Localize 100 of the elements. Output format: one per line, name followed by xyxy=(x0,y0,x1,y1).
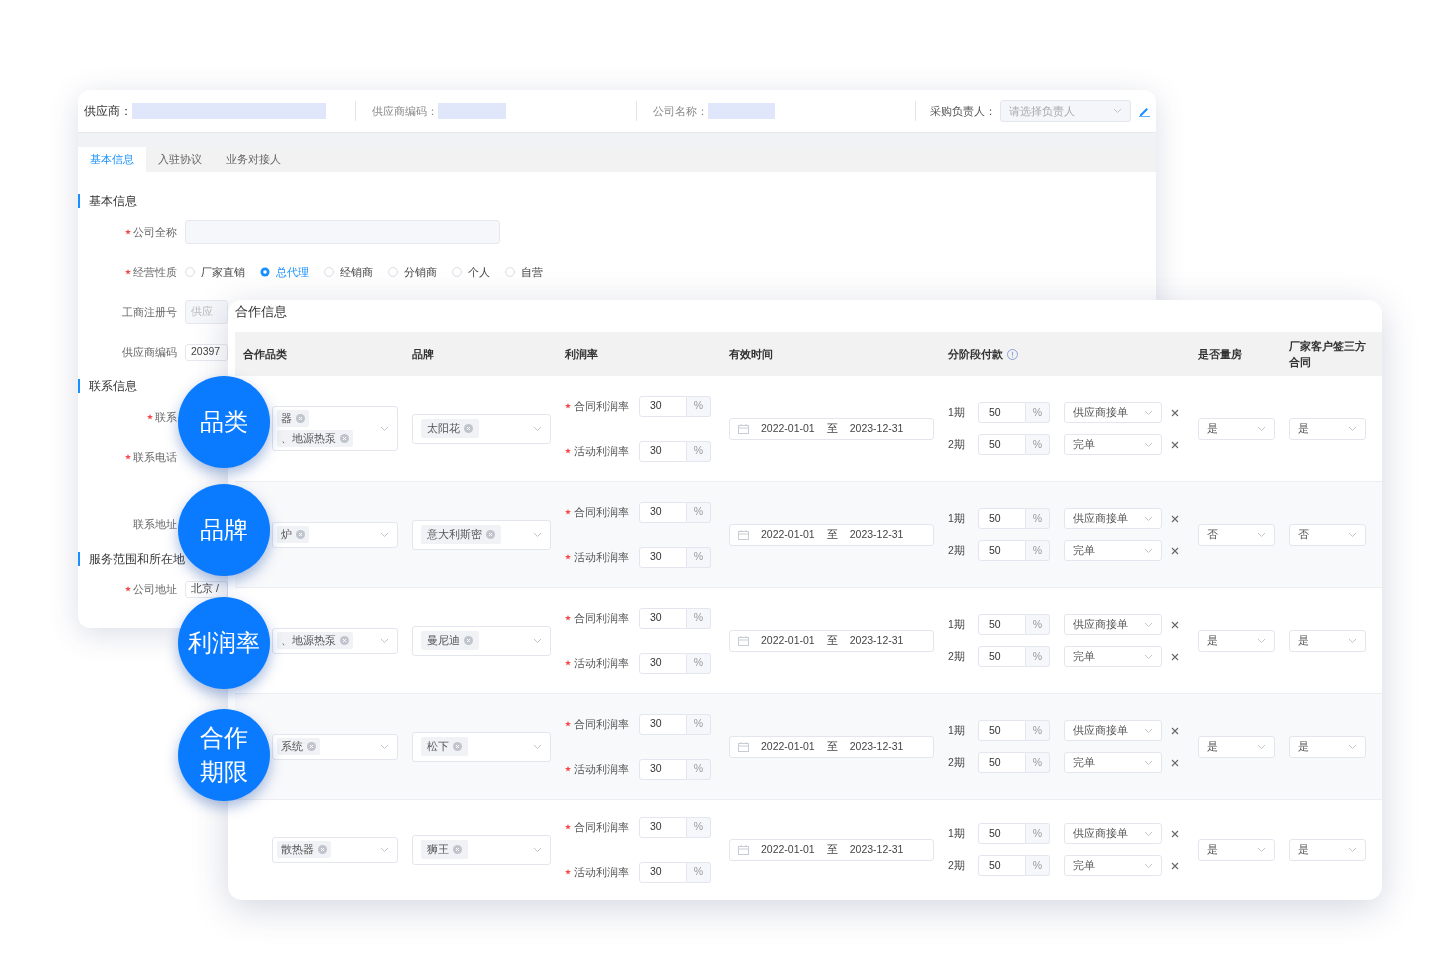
brand-tag[interactable]: 狮王 xyxy=(421,840,468,859)
contract-select[interactable]: 是 xyxy=(1289,838,1366,861)
measure-select[interactable]: 是 xyxy=(1198,417,1275,440)
percent-input[interactable]: 50 xyxy=(978,720,1026,741)
contract-select[interactable]: 是 xyxy=(1289,417,1366,440)
rate-input[interactable]: 30 xyxy=(639,652,687,674)
trigger-select[interactable]: 完单 xyxy=(1064,540,1162,561)
remove-icon[interactable] xyxy=(464,424,473,433)
text-field[interactable]: 北京 / xyxy=(185,580,228,598)
rate-input[interactable]: 30 xyxy=(639,713,687,735)
date-range-field[interactable]: 2022-01-01 至 2023-12-31 xyxy=(729,838,934,861)
close-icon[interactable] xyxy=(1171,440,1179,449)
category-select[interactable]: 器 、地源热泵 xyxy=(272,406,398,451)
measure-select[interactable]: 是 xyxy=(1198,629,1275,652)
category-tag[interactable]: 、地源热泵 xyxy=(277,430,353,447)
category-tag[interactable]: 系统 xyxy=(277,738,320,755)
rate-input[interactable]: 30 xyxy=(639,440,687,462)
rate-input[interactable]: 30 xyxy=(639,861,687,883)
date-range-field[interactable]: 2022-01-01 至 2023-12-31 xyxy=(729,629,934,652)
tab[interactable]: 业务对接人 xyxy=(214,147,293,172)
radio-icon[interactable] xyxy=(185,267,195,277)
category-tag[interactable]: 器 xyxy=(277,410,309,427)
supplier-field[interactable] xyxy=(132,103,327,119)
brand-select[interactable]: 意大利斯密 xyxy=(412,519,551,550)
percent-input[interactable]: 50 xyxy=(978,855,1026,876)
brand-select[interactable]: 太阳花 xyxy=(412,413,551,444)
radio-icon[interactable] xyxy=(505,267,515,277)
code-field[interactable] xyxy=(438,103,506,119)
remove-icon[interactable] xyxy=(296,530,305,539)
radio-option[interactable]: 经销商 xyxy=(324,263,373,281)
radio-option[interactable]: 个人 xyxy=(452,263,490,281)
brand-select[interactable]: 狮王 xyxy=(412,834,551,865)
remove-icon[interactable] xyxy=(307,742,316,751)
category-select[interactable]: 系统 xyxy=(272,733,398,760)
remove-icon[interactable] xyxy=(318,845,327,854)
measure-select[interactable]: 否 xyxy=(1198,523,1275,546)
company-field[interactable] xyxy=(707,103,775,119)
percent-input[interactable]: 50 xyxy=(978,752,1026,773)
category-tag[interactable]: 散热器 xyxy=(277,841,331,858)
tab[interactable]: 入驻协议 xyxy=(146,147,214,172)
percent-input[interactable]: 50 xyxy=(978,402,1026,423)
remove-icon[interactable] xyxy=(486,530,495,539)
radio-option[interactable]: 分销商 xyxy=(388,263,437,281)
close-icon[interactable] xyxy=(1171,758,1179,767)
text-field[interactable]: 20397 xyxy=(185,343,228,361)
brand-tag[interactable]: 太阳花 xyxy=(421,419,479,438)
trigger-select[interactable]: 供应商接单 xyxy=(1064,508,1162,529)
brand-tag[interactable]: 松下 xyxy=(421,737,468,756)
rate-input[interactable]: 30 xyxy=(639,758,687,780)
edit-icon[interactable] xyxy=(1138,105,1150,117)
date-range-field[interactable]: 2022-01-01 至 2023-12-31 xyxy=(729,735,934,758)
contract-select[interactable]: 否 xyxy=(1289,523,1366,546)
category-select[interactable]: 散热器 xyxy=(272,836,398,863)
close-icon[interactable] xyxy=(1171,514,1179,523)
brand-tag[interactable]: 意大利斯密 xyxy=(421,525,501,544)
contract-select[interactable]: 是 xyxy=(1289,735,1366,758)
close-icon[interactable] xyxy=(1171,829,1179,838)
text-field[interactable] xyxy=(185,220,500,244)
rate-input[interactable]: 30 xyxy=(639,395,687,417)
radio-icon[interactable] xyxy=(388,267,398,277)
trigger-select[interactable]: 完单 xyxy=(1064,646,1162,667)
rate-input[interactable]: 30 xyxy=(639,816,687,838)
brand-tag[interactable]: 曼尼迪 xyxy=(421,631,479,650)
measure-select[interactable]: 是 xyxy=(1198,838,1275,861)
category-select[interactable]: 炉 xyxy=(272,521,398,548)
close-icon[interactable] xyxy=(1171,652,1179,661)
percent-input[interactable]: 50 xyxy=(978,614,1026,635)
radio-option[interactable]: 自营 xyxy=(505,263,543,281)
brand-select[interactable]: 曼尼迪 xyxy=(412,625,551,656)
category-tag[interactable]: 、地源热泵 xyxy=(277,632,353,649)
close-icon[interactable] xyxy=(1171,726,1179,735)
remove-icon[interactable] xyxy=(464,636,473,645)
brand-select[interactable]: 松下 xyxy=(412,731,551,762)
date-range-field[interactable]: 2022-01-01 至 2023-12-31 xyxy=(729,417,934,440)
percent-input[interactable]: 50 xyxy=(978,823,1026,844)
close-icon[interactable] xyxy=(1171,620,1179,629)
trigger-select[interactable]: 供应商接单 xyxy=(1064,823,1162,844)
percent-input[interactable]: 50 xyxy=(978,646,1026,667)
radio-icon[interactable] xyxy=(324,267,334,277)
rate-input[interactable]: 30 xyxy=(639,546,687,568)
remove-icon[interactable] xyxy=(340,636,349,645)
percent-input[interactable]: 50 xyxy=(978,434,1026,455)
radio-icon[interactable] xyxy=(260,267,270,277)
measure-select[interactable]: 是 xyxy=(1198,735,1275,758)
category-tag[interactable]: 炉 xyxy=(277,526,309,543)
remove-icon[interactable] xyxy=(453,845,462,854)
category-select[interactable]: 、地源热泵 xyxy=(272,627,398,654)
close-icon[interactable] xyxy=(1171,861,1179,870)
trigger-select[interactable]: 供应商接单 xyxy=(1064,720,1162,741)
radio-option[interactable]: 厂家直销 xyxy=(185,263,245,281)
remove-icon[interactable] xyxy=(296,414,305,423)
close-icon[interactable] xyxy=(1171,546,1179,555)
trigger-select[interactable]: 完单 xyxy=(1064,855,1162,876)
date-range-field[interactable]: 2022-01-01 至 2023-12-31 xyxy=(729,523,934,546)
percent-input[interactable]: 50 xyxy=(978,508,1026,529)
contract-select[interactable]: 是 xyxy=(1289,629,1366,652)
remove-icon[interactable] xyxy=(340,434,349,443)
trigger-select[interactable]: 完单 xyxy=(1064,752,1162,773)
percent-input[interactable]: 50 xyxy=(978,540,1026,561)
trigger-select[interactable]: 供应商接单 xyxy=(1064,614,1162,635)
